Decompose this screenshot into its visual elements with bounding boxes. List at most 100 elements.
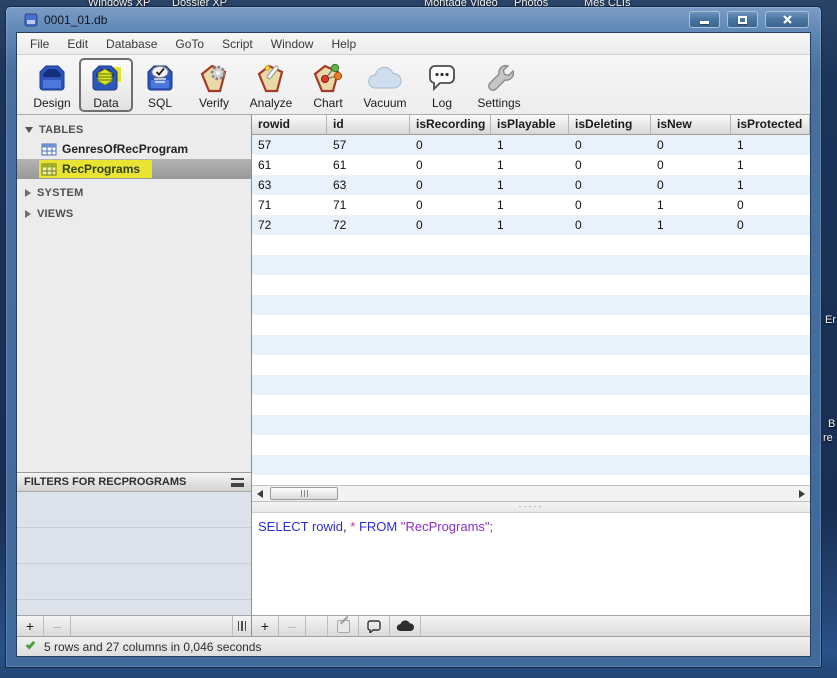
cell[interactable]: 1 [651, 195, 731, 215]
toolbar-log-button[interactable]: Log [415, 58, 469, 112]
scroll-left-arrow[interactable] [252, 486, 268, 501]
panel-menu-icon[interactable] [231, 478, 244, 487]
filters-list[interactable] [17, 492, 251, 615]
desktop-icon-label[interactable]: B [828, 418, 835, 430]
cell[interactable]: 1 [491, 215, 569, 235]
toolbar-chart-button[interactable]: Chart [301, 58, 355, 112]
table-row[interactable]: 61 61 0 1 0 0 1 [252, 155, 810, 175]
desktop-icon-label[interactable]: re [823, 432, 833, 444]
resize-grip-icon[interactable] [233, 616, 251, 636]
table-tree: TABLES GenresOfRecProgram [17, 115, 251, 472]
titlebar[interactable]: 0001_01.db [16, 7, 811, 32]
menu-help[interactable]: Help [322, 33, 365, 55]
tree-item-recprograms[interactable]: RecPrograms [17, 159, 251, 179]
chart-tag-icon [310, 62, 346, 95]
table-row[interactable]: 72 72 0 1 0 1 0 [252, 215, 810, 235]
column-header[interactable]: rowid [252, 115, 327, 134]
cell[interactable]: 1 [491, 135, 569, 155]
cell[interactable]: 0 [731, 195, 810, 215]
cell[interactable]: 57 [252, 135, 327, 155]
add-row-button[interactable]: + [252, 616, 279, 636]
toolbar-vacuum-button[interactable]: Vacuum [355, 58, 415, 112]
menu-goto[interactable]: GoTo [166, 33, 213, 55]
maximize-button[interactable] [727, 11, 758, 28]
desktop-icon-label[interactable]: Er [825, 314, 836, 326]
horizontal-scrollbar[interactable] [252, 485, 810, 502]
cell[interactable]: 1 [491, 195, 569, 215]
toolbar: Design Data [17, 55, 810, 115]
menu-script[interactable]: Script [213, 33, 262, 55]
cell[interactable]: 71 [327, 195, 410, 215]
sync-button[interactable] [390, 616, 421, 636]
cell[interactable]: 61 [252, 155, 327, 175]
cell[interactable]: 1 [731, 155, 810, 175]
cell[interactable]: 0 [731, 215, 810, 235]
sql-editor[interactable]: SELECT rowid, * FROM "RecPrograms"; [252, 513, 810, 615]
cell[interactable]: 61 [327, 155, 410, 175]
minimize-button[interactable] [689, 11, 720, 28]
menu-database[interactable]: Database [97, 33, 166, 55]
cell[interactable]: 0 [410, 215, 491, 235]
cell[interactable]: 0 [410, 175, 491, 195]
toolbar-design-button[interactable]: Design [25, 58, 79, 112]
cell[interactable]: 0 [569, 155, 651, 175]
cell[interactable]: 63 [252, 175, 327, 195]
menu-window[interactable]: Window [262, 33, 323, 55]
cell[interactable]: 57 [327, 135, 410, 155]
scroll-right-arrow[interactable] [794, 486, 810, 501]
filters-panel-header[interactable]: FILTERS FOR RECPROGRAMS [17, 472, 251, 492]
cell[interactable]: 71 [252, 195, 327, 215]
column-header[interactable]: isDeleting [569, 115, 651, 134]
menu-edit[interactable]: Edit [58, 33, 97, 55]
cell[interactable]: 0 [569, 175, 651, 195]
cell[interactable]: 0 [569, 215, 651, 235]
table-row[interactable]: 71 71 0 1 0 1 0 [252, 195, 810, 215]
edit-query-button[interactable] [328, 616, 359, 636]
toolbar-analyze-button[interactable]: Analyze [241, 58, 301, 112]
table-row[interactable]: 57 57 0 1 0 0 1 [252, 135, 810, 155]
cell[interactable]: 63 [327, 175, 410, 195]
cell[interactable]: 0 [651, 155, 731, 175]
pane-splitter[interactable]: ····· [252, 502, 810, 513]
toolbar-label: SQL [148, 96, 172, 110]
tree-section-tables[interactable]: TABLES [17, 120, 251, 139]
close-button[interactable] [765, 11, 809, 28]
cell[interactable]: 0 [569, 135, 651, 155]
cell[interactable]: 72 [252, 215, 327, 235]
scrollbar-thumb[interactable] [270, 487, 338, 500]
tree-item-genresofrecprogram[interactable]: GenresOfRecProgram [17, 139, 251, 159]
cell[interactable]: 1 [651, 215, 731, 235]
column-header[interactable]: id [327, 115, 410, 134]
remove-row-button[interactable]: – [279, 616, 306, 636]
column-header[interactable]: isRecording [410, 115, 491, 134]
scrollbar-track[interactable] [268, 486, 794, 501]
cell[interactable]: 72 [327, 215, 410, 235]
toolbar-label: Data [93, 96, 118, 110]
column-header[interactable]: isNew [651, 115, 731, 134]
table-row[interactable]: 63 63 0 1 0 0 1 [252, 175, 810, 195]
cell[interactable]: 1 [491, 155, 569, 175]
tree-section-system[interactable]: SYSTEM [17, 183, 251, 202]
tree-section-views[interactable]: VIEWS [17, 204, 251, 223]
cell[interactable]: 0 [410, 135, 491, 155]
cell[interactable]: 0 [410, 155, 491, 175]
cell[interactable]: 0 [410, 195, 491, 215]
cell[interactable]: 1 [731, 135, 810, 155]
toolbar-data-button[interactable]: Data [79, 58, 133, 112]
menu-file[interactable]: File [21, 33, 58, 55]
toolbar-verify-button[interactable]: Verify [187, 58, 241, 112]
cell[interactable]: 0 [651, 175, 731, 195]
cell[interactable]: 0 [651, 135, 731, 155]
add-filter-button[interactable]: + [17, 616, 44, 636]
cell[interactable]: 1 [731, 175, 810, 195]
toolbar-settings-button[interactable]: Settings [469, 58, 529, 112]
data-tray-icon [88, 62, 124, 95]
tree-section-label: VIEWS [37, 208, 73, 220]
cell[interactable]: 0 [569, 195, 651, 215]
comment-button[interactable] [359, 616, 390, 636]
column-header[interactable]: isProtected [731, 115, 810, 134]
remove-filter-button[interactable]: – [44, 616, 71, 636]
column-header[interactable]: isPlayable [491, 115, 569, 134]
toolbar-sql-button[interactable]: SQL [133, 58, 187, 112]
cell[interactable]: 1 [491, 175, 569, 195]
